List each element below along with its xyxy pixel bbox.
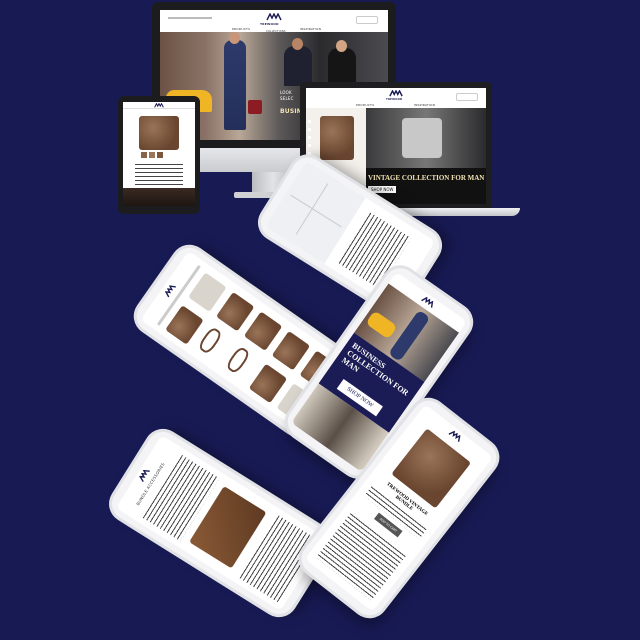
product-bag-6[interactable]	[271, 330, 311, 371]
desktop-hero-text-3: BUSIN	[280, 108, 303, 115]
laptop-site-header: TREWOOD PRODUCTS INSPIRATION	[306, 88, 486, 109]
tablet-screen	[123, 102, 195, 206]
laptop-logo-text: TREWOOD	[386, 98, 403, 101]
thumbnail[interactable]	[149, 152, 155, 158]
laptop-shop-now-button[interactable]: SHOP NOW	[368, 186, 397, 193]
desktop-hero-text-1: LOOK	[280, 90, 292, 95]
laptop-hero-title: VINTAGE COLLECTION FOR MAN	[368, 174, 485, 182]
product-strap-1[interactable]	[196, 325, 224, 356]
leather-bag-icon[interactable]	[139, 116, 179, 150]
laptop-cart-icon[interactable]	[456, 93, 478, 101]
desktop-hero-text-2: SELEC	[280, 96, 294, 101]
tablet-device	[118, 96, 200, 214]
model-head-2	[292, 38, 303, 50]
model-head-3	[336, 40, 347, 52]
grey-bag-shape	[402, 118, 442, 158]
trewood-logo-icon	[154, 103, 164, 108]
model-head	[229, 32, 240, 44]
desktop-logo-text: TREWOOD	[260, 22, 279, 26]
slider-dots[interactable]	[308, 120, 311, 160]
thumbnail[interactable]	[141, 152, 147, 158]
desktop-nav-products[interactable]: PRODUCTS	[232, 27, 250, 31]
thumbnail[interactable]	[157, 152, 163, 158]
phone-article-screen: BUNDLE ACCESSORIES	[115, 435, 327, 611]
model-figure	[224, 40, 246, 130]
product-bag-4[interactable]	[243, 311, 283, 351]
trewood-logo-icon	[389, 90, 403, 97]
tablet-footer-image	[123, 188, 195, 206]
trewood-logo-icon	[164, 285, 176, 298]
product-bag-5[interactable]	[248, 363, 288, 404]
product-bag-2[interactable]	[188, 272, 227, 312]
product-bag-3[interactable]	[215, 291, 255, 332]
laptop-nav-inspiration[interactable]: INSPIRATION	[414, 103, 435, 107]
leather-bag-icon[interactable]	[320, 116, 354, 160]
desktop-search-input[interactable]	[356, 16, 378, 24]
desktop-top-links[interactable]	[168, 17, 212, 19]
phone-article: BUNDLE ACCESSORIES	[105, 425, 337, 621]
red-bag	[248, 100, 262, 114]
model-figure-2	[284, 46, 312, 86]
laptop-nav-products[interactable]: PRODUCTS	[356, 103, 374, 107]
product-bag-1[interactable]	[165, 305, 204, 345]
desktop-site-header: TREWOOD PRODUCTS INSPIRATION COLLECTIONS	[160, 10, 388, 33]
desktop-nav-inspiration[interactable]: INSPIRATION	[300, 27, 321, 31]
product-strap-2[interactable]	[224, 345, 252, 375]
tablet-description-text	[135, 162, 183, 186]
trewood-logo-icon	[448, 430, 461, 442]
trewood-logo-icon	[266, 13, 282, 21]
